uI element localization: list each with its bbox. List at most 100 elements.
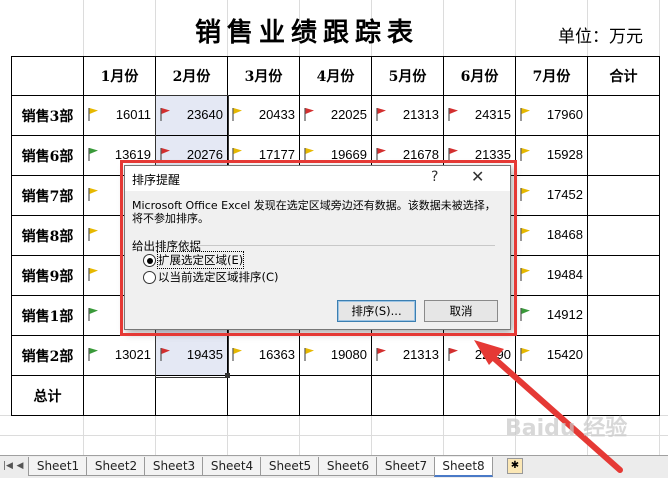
total-cell[interactable] bbox=[587, 215, 660, 256]
dialog-titlebar[interactable]: 排序提醒 ? ✕ bbox=[125, 166, 510, 191]
column-header[interactable]: 4月份 bbox=[299, 56, 372, 96]
cell-value: 24315 bbox=[474, 107, 511, 122]
table-cell[interactable] bbox=[371, 375, 444, 416]
prev-sheet-icon[interactable]: ◀ bbox=[14, 459, 26, 473]
flag-icon bbox=[520, 308, 530, 321]
sheet-tab[interactable]: Sheet5 bbox=[260, 457, 320, 476]
cell-value: 19435 bbox=[186, 347, 223, 362]
table-cell[interactable] bbox=[83, 375, 156, 416]
total-cell[interactable] bbox=[587, 175, 660, 216]
column-header[interactable]: 2月份 bbox=[155, 56, 228, 96]
cell-value: 17452 bbox=[546, 187, 583, 202]
table-cell[interactable] bbox=[299, 375, 372, 416]
total-cell[interactable] bbox=[587, 95, 660, 136]
flag-icon bbox=[88, 188, 98, 201]
flag-icon bbox=[160, 348, 170, 361]
table-cell[interactable]: 19080 bbox=[299, 335, 372, 376]
sheet-tab[interactable]: Sheet3 bbox=[144, 457, 204, 476]
flag-icon bbox=[520, 348, 530, 361]
table-cell[interactable]: 19484 bbox=[515, 255, 588, 296]
table-cell[interactable]: 16011 bbox=[83, 95, 156, 136]
sheet-tab[interactable]: Sheet4 bbox=[202, 457, 262, 476]
flag-icon bbox=[304, 348, 314, 361]
sort-warning-dialog: 排序提醒 ? ✕ Microsoft Office Excel 发现在选定区域旁… bbox=[124, 165, 511, 330]
column-header[interactable]: 1月份 bbox=[83, 56, 156, 96]
table-cell[interactable]: 18468 bbox=[515, 215, 588, 256]
sheet-tab[interactable]: Sheet8 bbox=[434, 457, 493, 477]
first-sheet-icon[interactable]: |◀ bbox=[2, 459, 14, 473]
row-label[interactable]: 销售9部 bbox=[11, 255, 84, 296]
total-cell[interactable] bbox=[587, 255, 660, 296]
flag-icon bbox=[160, 148, 170, 161]
cell-value: 15928 bbox=[546, 147, 583, 162]
column-header[interactable]: 3月份 bbox=[227, 56, 300, 96]
total-cell[interactable] bbox=[587, 295, 660, 336]
sort-button[interactable]: 排序(S)... bbox=[337, 300, 416, 322]
table-cell[interactable]: 14912 bbox=[515, 295, 588, 336]
column-header[interactable]: 5月份 bbox=[371, 56, 444, 96]
sheet-tab[interactable]: Sheet6 bbox=[318, 457, 378, 476]
close-icon[interactable]: ✕ bbox=[471, 167, 484, 186]
cell-value: 22025 bbox=[330, 107, 367, 122]
flag-icon bbox=[376, 348, 386, 361]
cell-value: 13021 bbox=[114, 347, 151, 362]
expand-selection-radio[interactable] bbox=[143, 254, 156, 267]
flag-icon bbox=[88, 348, 98, 361]
flag-icon bbox=[520, 148, 530, 161]
flag-icon bbox=[232, 148, 242, 161]
table-cell[interactable]: 15928 bbox=[515, 135, 588, 176]
table-cell[interactable]: 22590 bbox=[443, 335, 516, 376]
total-cell[interactable] bbox=[587, 135, 660, 176]
column-header[interactable]: 合计 bbox=[587, 56, 660, 96]
expand-selection-label[interactable]: 扩展选定区域(E) bbox=[156, 251, 245, 269]
row-label[interactable]: 销售6部 bbox=[11, 135, 84, 176]
cell-value: 16011 bbox=[115, 107, 151, 122]
row-label[interactable]: 销售8部 bbox=[11, 215, 84, 256]
table-cell[interactable]: 16363 bbox=[227, 335, 300, 376]
table-cell[interactable]: 22025 bbox=[299, 95, 372, 136]
group-divider bbox=[193, 245, 495, 246]
row-label[interactable]: 销售1部 bbox=[11, 295, 84, 336]
sheet-tab[interactable]: Sheet1 bbox=[28, 457, 88, 476]
cancel-button[interactable]: 取消 bbox=[424, 300, 498, 322]
cell-value: 15420 bbox=[546, 347, 583, 362]
current-selection-radio[interactable] bbox=[143, 271, 156, 284]
table-cell[interactable]: 24315 bbox=[443, 95, 516, 136]
cell-value: 21335 bbox=[474, 147, 511, 162]
column-header[interactable] bbox=[11, 56, 84, 96]
fill-handle[interactable] bbox=[225, 373, 230, 378]
total-label[interactable]: 总计 bbox=[11, 375, 84, 416]
table-cell[interactable]: 15420 bbox=[515, 335, 588, 376]
insert-sheet-icon[interactable]: ✱ bbox=[507, 458, 523, 474]
table-cell[interactable] bbox=[227, 375, 300, 416]
table-cell[interactable]: 20433 bbox=[227, 95, 300, 136]
table-cell[interactable]: 21313 bbox=[371, 335, 444, 376]
table-cell[interactable]: 19435 bbox=[155, 335, 228, 376]
total-cell[interactable] bbox=[587, 335, 660, 376]
unit-label: 单位：万元 bbox=[558, 27, 643, 47]
row-label[interactable]: 销售7部 bbox=[11, 175, 84, 216]
dialog-title: 排序提醒 bbox=[132, 173, 181, 187]
sheet-tab[interactable]: Sheet7 bbox=[376, 457, 436, 476]
table-cell[interactable]: 17960 bbox=[515, 95, 588, 136]
table-row: 销售2部 13021 19435 16363 19080 21313 22590 15420 bbox=[11, 335, 660, 376]
row-label[interactable]: 销售2部 bbox=[11, 335, 84, 376]
flag-icon bbox=[304, 108, 314, 121]
column-header[interactable]: 7月份 bbox=[515, 56, 588, 96]
flag-icon bbox=[520, 108, 530, 121]
cell-value: 16363 bbox=[258, 347, 295, 362]
sheet-tab[interactable]: Sheet2 bbox=[86, 457, 146, 476]
flag-icon bbox=[88, 108, 98, 121]
cell-value: 19080 bbox=[330, 347, 367, 362]
column-header[interactable]: 6月份 bbox=[443, 56, 516, 96]
flag-icon bbox=[448, 148, 458, 161]
row-label[interactable]: 销售3部 bbox=[11, 95, 84, 136]
table-cell[interactable] bbox=[155, 375, 228, 416]
current-selection-label[interactable]: 以当前选定区域排序(C) bbox=[158, 269, 279, 285]
table-cell[interactable]: 17452 bbox=[515, 175, 588, 216]
help-icon[interactable]: ? bbox=[431, 169, 438, 185]
table-cell[interactable]: 23640 bbox=[155, 95, 228, 136]
sheet-title: 销售业绩跟踪表 bbox=[195, 18, 420, 48]
table-cell[interactable]: 21313 bbox=[371, 95, 444, 136]
table-cell[interactable]: 13021 bbox=[83, 335, 156, 376]
